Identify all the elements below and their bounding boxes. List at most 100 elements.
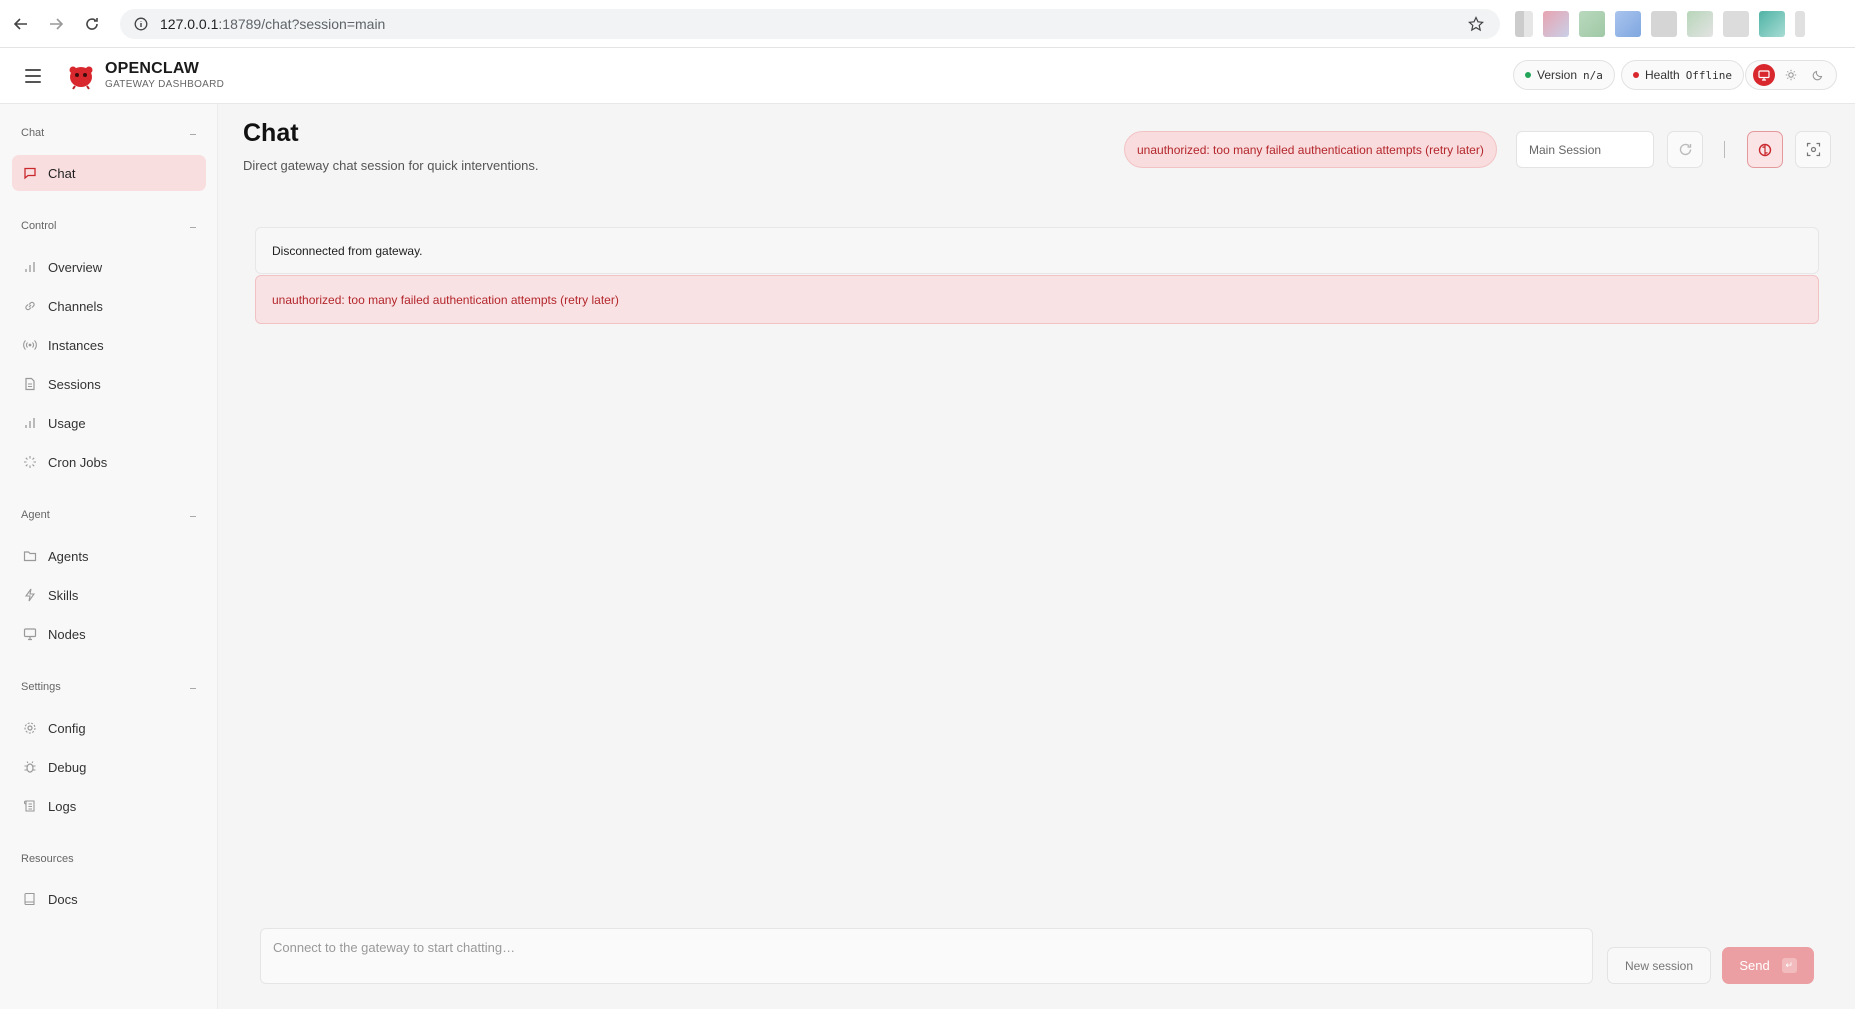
sidebar-item-logs[interactable]: Logs [12, 788, 206, 824]
sidebar-item-label: Skills [48, 587, 79, 603]
reload-icon [1679, 143, 1691, 156]
health-status-dot [1633, 72, 1639, 78]
version-status-dot [1525, 72, 1531, 78]
logo-icon [69, 66, 93, 90]
sidebar-item-debug[interactable]: Debug [12, 749, 206, 785]
extension-icon[interactable] [1759, 11, 1785, 37]
sidebar-group-agent: Agent [21, 509, 50, 521]
extension-icon[interactable] [1543, 11, 1569, 37]
loader-icon [22, 455, 37, 470]
sidebar-item-label: Agents [48, 548, 89, 564]
collapse-icon[interactable] [190, 227, 196, 228]
moon-icon [1813, 70, 1823, 81]
sidebar-item-label: Instances [48, 337, 104, 353]
document-icon [22, 377, 37, 392]
version-pill: Version n/a [1513, 60, 1615, 90]
send-button[interactable]: Send ↵ [1722, 947, 1814, 984]
thinking-toggle-button[interactable] [1747, 131, 1783, 168]
browser-toolbar: 127.0.0.1:18789/chat?session=main [0, 0, 1855, 48]
brand-title: OPENCLAW [105, 60, 200, 77]
sidebar-item-agents[interactable]: Agents [12, 538, 206, 574]
sidebar-item-skills[interactable]: Skills [12, 577, 206, 613]
reload-button[interactable] [78, 10, 106, 38]
arrow-left-icon [13, 18, 27, 30]
sidebar-item-config[interactable]: Config [12, 710, 206, 746]
sidebar-item-channels[interactable]: Channels [12, 288, 206, 324]
bar-chart-icon [22, 416, 37, 431]
bug-icon [22, 760, 37, 775]
menu-toggle-button[interactable] [25, 65, 47, 87]
info-icon [134, 17, 148, 31]
enter-key-icon: ↵ [1781, 958, 1797, 973]
sidebar-item-instances[interactable]: Instances [12, 327, 206, 363]
sidebar: Chat Chat Control Overview Channels Inst… [0, 104, 218, 1009]
version-label: Version [1537, 68, 1578, 82]
extension-icon[interactable] [1579, 11, 1605, 37]
toolbar-divider [1724, 141, 1725, 158]
bar-chart-icon [22, 260, 37, 275]
sidebar-item-label: Sessions [48, 376, 101, 392]
sidebar-item-label: Debug [48, 759, 87, 775]
url-host: 127.0.0.1 [160, 16, 219, 32]
book-icon [22, 892, 37, 907]
sidebar-item-nodes[interactable]: Nodes [12, 616, 206, 652]
monitor-icon [22, 627, 37, 642]
sidebar-group-settings: Settings [21, 681, 61, 693]
brand-subtitle: GATEWAY DASHBOARD [105, 79, 225, 90]
extension-icon[interactable] [1795, 11, 1805, 37]
sidebar-item-chat[interactable]: Chat [12, 155, 206, 191]
connection-notice: Disconnected from gateway. [255, 227, 1819, 274]
star-icon[interactable] [1468, 16, 1484, 32]
session-select[interactable]: Main Session [1516, 131, 1654, 168]
sidebar-item-sessions[interactable]: Sessions [12, 366, 206, 402]
extension-icon[interactable] [1515, 11, 1533, 37]
monitor-icon [1758, 70, 1770, 81]
theme-dark-button[interactable] [1807, 64, 1829, 86]
sidebar-group-resources: Resources [21, 853, 74, 865]
health-pill: Health Offline [1621, 60, 1745, 90]
reload-icon [86, 18, 98, 30]
message-icon [22, 166, 37, 181]
sidebar-group-chat: Chat [21, 127, 45, 139]
sidebar-item-overview[interactable]: Overview [12, 249, 206, 285]
theme-light-button[interactable] [1780, 64, 1802, 86]
refresh-button[interactable] [1667, 131, 1703, 168]
folder-icon [22, 549, 37, 564]
scroll-icon [22, 799, 37, 814]
app-header: OPENCLAW GATEWAY DASHBOARD Version n/a H… [0, 48, 1855, 104]
sidebar-item-label: Chat [48, 165, 76, 181]
sidebar-item-label: Channels [48, 298, 103, 314]
extension-icon[interactable] [1615, 11, 1641, 37]
gear-icon [22, 721, 37, 736]
extension-strip [1515, 11, 1805, 37]
new-session-button[interactable]: New session [1607, 947, 1711, 984]
page-subtitle: Direct gateway chat session for quick in… [243, 158, 539, 173]
sidebar-item-label: Usage [48, 415, 86, 431]
sidebar-item-label: Docs [48, 891, 78, 907]
sidebar-item-label: Config [48, 720, 86, 736]
collapse-icon[interactable] [190, 516, 196, 517]
sidebar-item-usage[interactable]: Usage [12, 405, 206, 441]
version-value: n/a [1583, 68, 1603, 82]
back-button[interactable] [7, 10, 35, 38]
page-title: Chat [243, 119, 299, 147]
send-label: Send [1739, 958, 1770, 973]
sidebar-item-cron-jobs[interactable]: Cron Jobs [12, 444, 206, 480]
bolt-icon [22, 588, 37, 603]
focus-mode-button[interactable] [1795, 131, 1831, 168]
address-bar[interactable]: 127.0.0.1:18789/chat?session=main [120, 9, 1500, 39]
extension-icon[interactable] [1687, 11, 1713, 37]
error-status-pill: unauthorized: too many failed authentica… [1124, 131, 1497, 168]
collapse-icon[interactable] [190, 134, 196, 135]
theme-system-button[interactable] [1752, 64, 1775, 86]
link-icon [22, 299, 37, 314]
chat-input[interactable]: Connect to the gateway to start chatting… [260, 928, 1593, 984]
sidebar-group-control: Control [21, 220, 57, 232]
extension-icon[interactable] [1723, 11, 1749, 37]
collapse-icon[interactable] [190, 688, 196, 689]
url-path: :18789/chat?session=main [218, 16, 386, 32]
forward-button[interactable] [42, 10, 70, 38]
extension-icon[interactable] [1651, 11, 1677, 37]
health-label: Health [1645, 68, 1680, 82]
sidebar-item-docs[interactable]: Docs [12, 881, 206, 917]
